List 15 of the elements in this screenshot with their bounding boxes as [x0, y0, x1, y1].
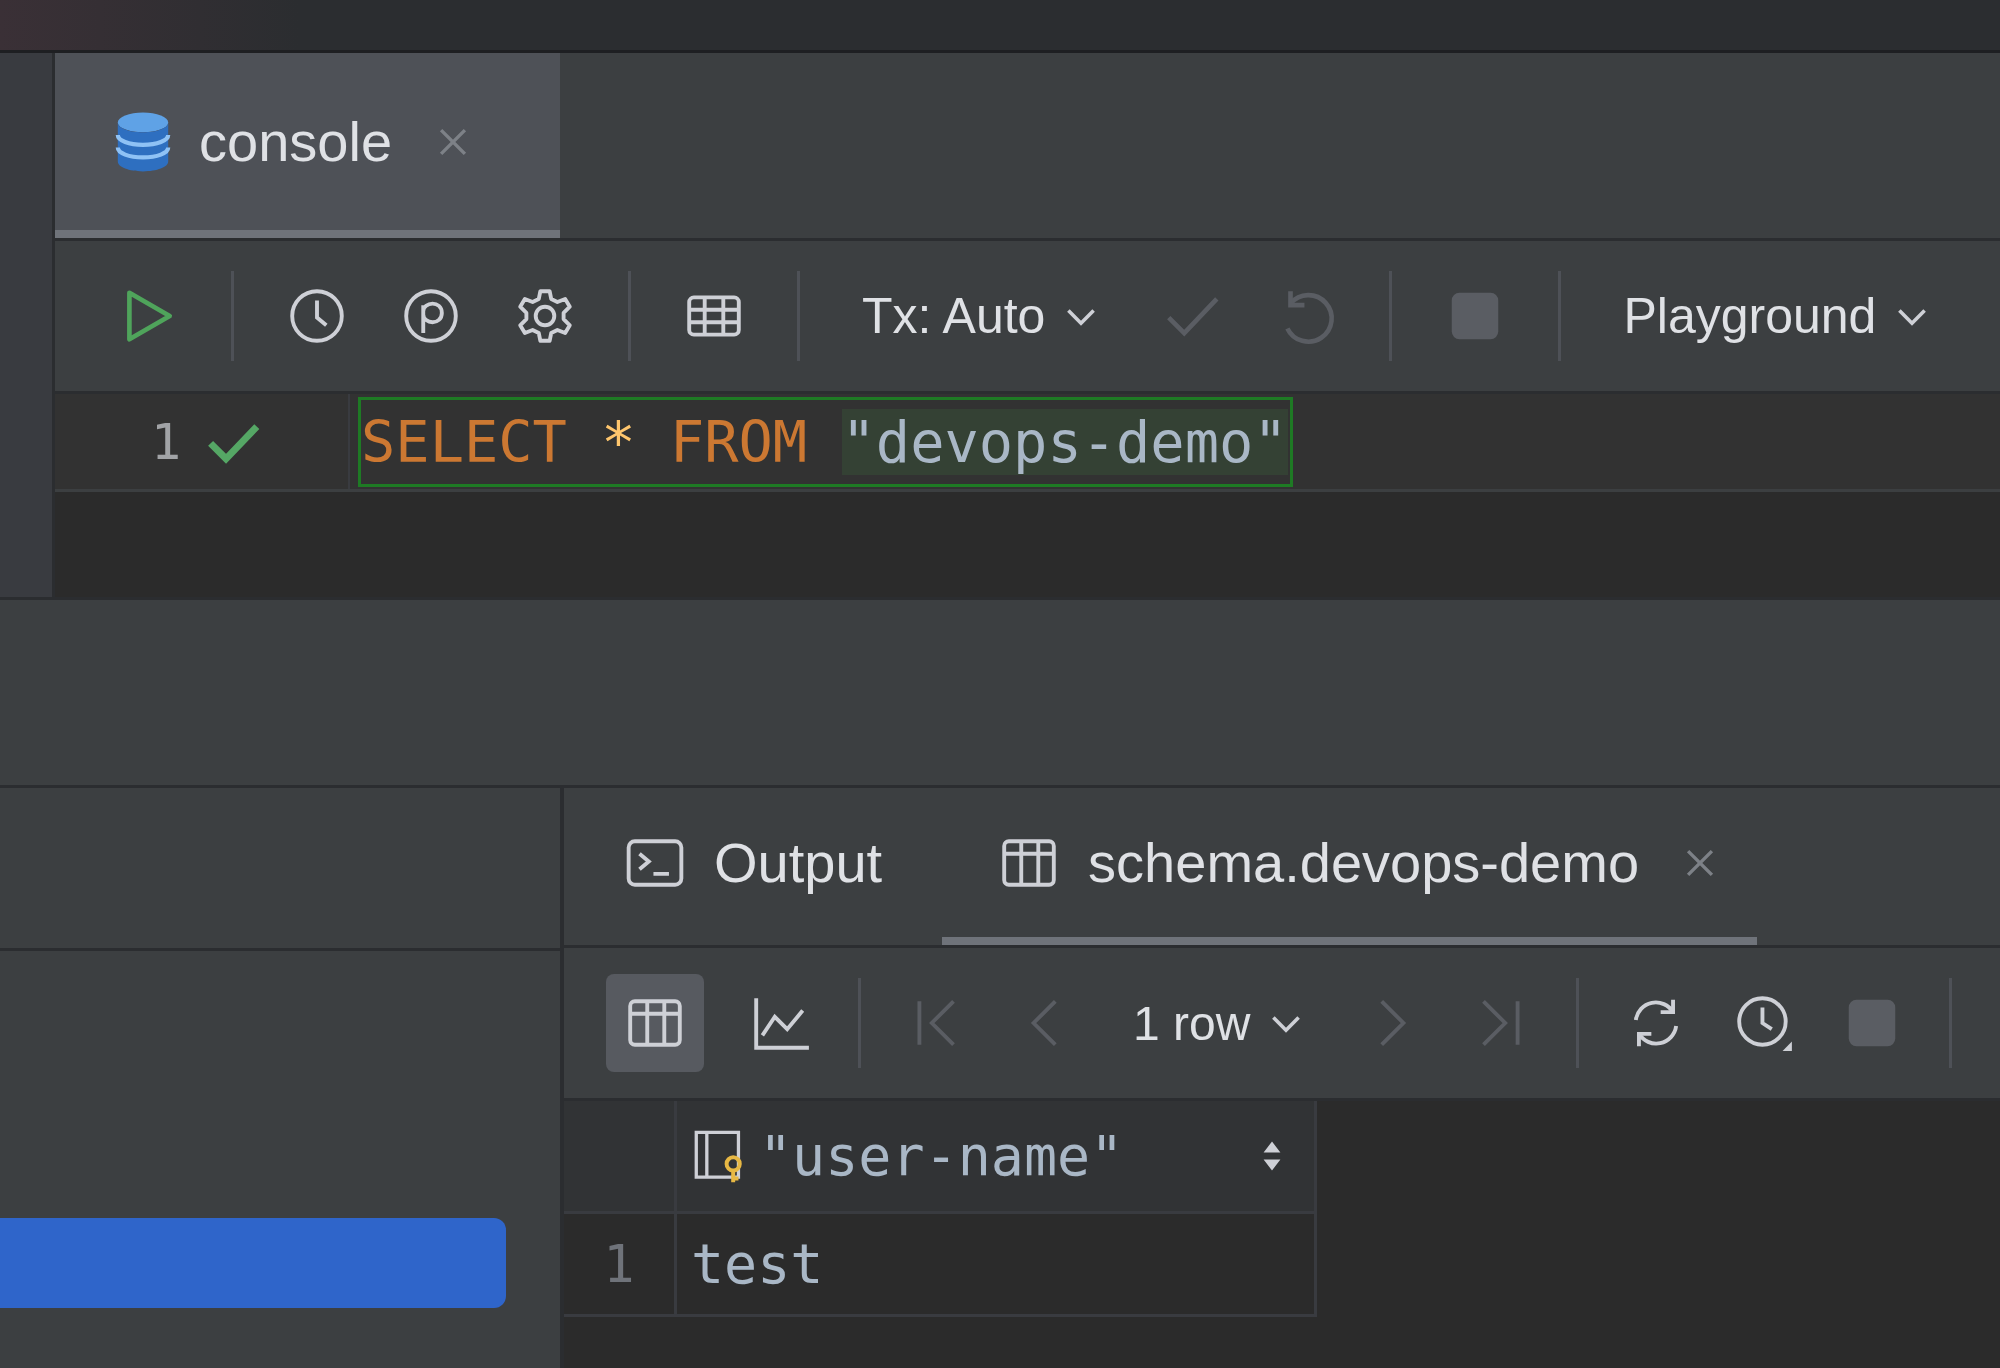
result-tab[interactable]: schema.devops-demo [942, 788, 1758, 945]
database-icon [115, 110, 171, 173]
result-tab[interactable]: Output [624, 788, 923, 945]
table-cell: test [677, 1214, 1317, 1314]
row-count-dropdown[interactable]: 1 row [1123, 995, 1315, 1051]
line-number: 1 [151, 412, 182, 471]
transaction-dropdown[interactable]: Tx: Auto [852, 287, 1110, 345]
tab-label: schema.devops-demo [1088, 830, 1640, 895]
column-header[interactable]: "user-name" [677, 1101, 1317, 1211]
row-number: 1 [564, 1214, 677, 1314]
tab-label: console [199, 109, 393, 174]
table-view-button[interactable] [606, 974, 704, 1072]
schema-dropdown[interactable]: Playground [1613, 287, 1941, 345]
editor-tab[interactable]: console [55, 53, 560, 238]
tab-label: Output [714, 830, 883, 895]
